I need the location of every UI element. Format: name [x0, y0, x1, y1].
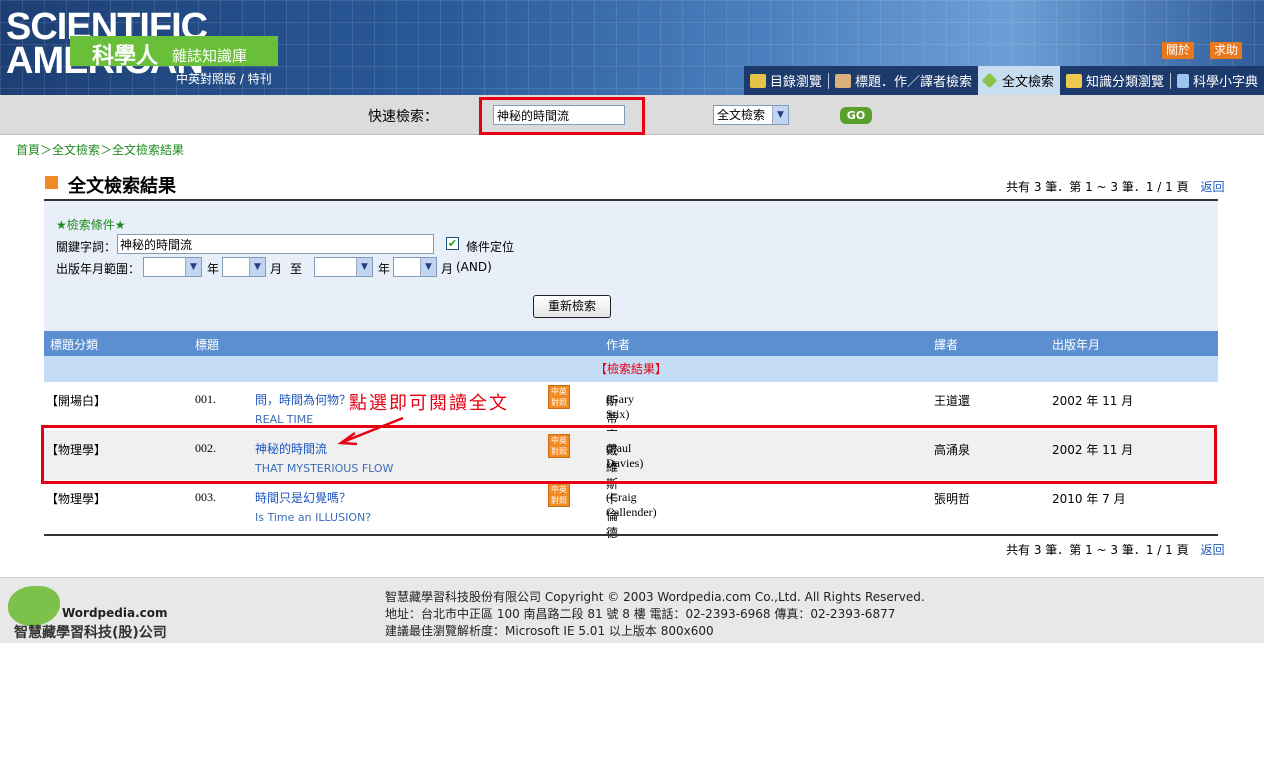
col-author: 作者 — [606, 338, 631, 352]
chevron-down-icon: ▼ — [772, 106, 788, 124]
row-translator: 王道還 — [934, 394, 971, 408]
quick-search-input[interactable] — [493, 105, 625, 125]
search-type-value: 全文檢索 — [717, 108, 766, 122]
search-criteria-panel: ★檢索條件★ 關鍵字詞： ✔ 條件定位 出版年月範圍： ▼ 年 ▼ 月 至 ▼ … — [44, 201, 1218, 331]
people-icon — [834, 73, 851, 88]
quick-search-bar: 快速檢索： 全文檢索 ▼ GO — [0, 95, 1264, 135]
back-link[interactable]: 返回 — [1200, 180, 1224, 194]
pager-top: 共有 3 筆．第 1 ~ 3 筆．1 / 1 頁 返回 — [1006, 178, 1224, 195]
pager-text: 共有 3 筆．第 1 ~ 3 筆．1 / 1 頁 — [1006, 180, 1189, 194]
year-unit: 年 — [207, 262, 220, 276]
bilingual-icon[interactable]: 中英對照 — [548, 385, 570, 409]
results-table-header: 標題分類 標題 作者 譯者 出版年月 — [44, 331, 1218, 356]
and-label: (AND) — [456, 260, 492, 274]
research-button[interactable]: 重新檢索 — [533, 295, 611, 318]
chevron-down-icon: ▼ — [356, 258, 372, 276]
pager-bottom: 共有 3 筆．第 1 ~ 3 筆．1 / 1 頁 返回 — [1006, 541, 1224, 558]
logo-chinese-title: 科學人 — [92, 44, 159, 69]
start-month-select[interactable]: ▼ — [222, 257, 266, 277]
nav-title-author-search[interactable]: 標題．作／譯者檢索 — [829, 66, 978, 95]
criteria-heading: ★檢索條件★ — [56, 218, 126, 232]
nav-label: 全文檢索 — [1001, 75, 1054, 90]
bilingual-icon[interactable]: 中英對照 — [548, 483, 570, 507]
nav-divider — [1169, 72, 1171, 89]
nav-divider — [827, 72, 829, 89]
author-en: (Craig Callender) — [606, 490, 657, 519]
main-nav: 目錄瀏覽 標題．作／譯者檢索 全文檢索 知識分類瀏覽 科學小字典 — [743, 66, 1264, 95]
copyright-text: 智慧藏學習科技股份有限公司 Copyright © 2003 Wordpedia… — [385, 590, 925, 604]
chevron-down-icon: ▼ — [185, 258, 201, 276]
row-date: 2010 年 7 月 — [1052, 492, 1126, 506]
nav-dictionary[interactable]: 科學小字典 — [1171, 66, 1264, 95]
diamond-icon — [981, 72, 998, 89]
month-unit: 月 — [441, 262, 454, 276]
address-text: 地址：台北市中正區 100 南昌路二段 81 號 8 樓 電話：02-2393-… — [385, 607, 896, 621]
table-row: 【開場白】 001. 問，時間為何物？ REAL TIME 中英對照 斯蒂克斯 … — [44, 382, 1218, 459]
nav-knowledge-browse[interactable]: 知識分類瀏覽 — [1060, 66, 1170, 95]
divider — [44, 534, 1218, 536]
about-button[interactable]: 關於 — [1162, 42, 1195, 59]
logo-edition: 中英對照版 / 特刊 — [176, 72, 272, 86]
keyword-input[interactable] — [117, 234, 434, 254]
nav-label: 知識分類瀏覽 — [1085, 75, 1164, 90]
chevron-down-icon: ▼ — [420, 258, 436, 276]
site-footer: Wordpedia.com 智慧藏學習科技(股)公司 智慧藏學習科技股份有限公司… — [0, 577, 1264, 643]
search-type-select[interactable]: 全文檢索 ▼ — [713, 105, 789, 125]
book-icon — [749, 73, 766, 88]
month-unit: 月 — [270, 262, 283, 276]
row-title-en-link[interactable]: Is Time an ILLUSION? — [255, 511, 371, 524]
row-number: 001. — [195, 392, 216, 406]
row-title-link[interactable]: 問，時間為何物？ — [255, 391, 351, 408]
nav-label: 目錄瀏覽 — [769, 75, 822, 90]
help-button[interactable]: 求助 — [1210, 42, 1243, 59]
annotation-arrow-icon — [337, 416, 404, 446]
wordpedia-logo-text: Wordpedia.com — [62, 606, 168, 620]
locate-label: 條件定位 — [466, 240, 515, 254]
quick-search-label: 快速檢索： — [368, 109, 438, 125]
to-label: 至 — [290, 262, 303, 276]
row-title-link[interactable]: 時間只是幻覺嗎？ — [255, 489, 351, 506]
wordpedia-company-name: 智慧藏學習科技(股)公司 — [14, 625, 167, 641]
end-year-select[interactable]: ▼ — [314, 257, 373, 277]
back-link[interactable]: 返回 — [1200, 543, 1224, 557]
year-unit: 年 — [378, 262, 391, 276]
title-square-icon — [45, 176, 58, 189]
nav-label: 科學小字典 — [1192, 75, 1258, 90]
row-translator: 張明哲 — [934, 492, 971, 506]
row-category: 【開場白】 — [46, 394, 107, 408]
keyword-label: 關鍵字詞： — [56, 240, 117, 254]
col-date: 出版年月 — [1052, 338, 1101, 352]
date-range-label: 出版年月範圍： — [56, 262, 141, 276]
row-category: 【物理學】 — [46, 492, 107, 506]
col-title: 標題 — [195, 338, 220, 352]
nav-label: 標題．作／譯者檢索 — [854, 75, 972, 90]
results-subheader: 【檢索結果】 — [44, 356, 1218, 382]
site-header: SCIENTIFIC AMERICAN 科學人 雜誌知識庫 中英對照版 / 特刊… — [0, 0, 1264, 95]
row-date: 2002 年 11 月 — [1052, 394, 1134, 408]
folder-icon — [1065, 73, 1082, 88]
author-en: (Gary Stix) — [606, 392, 634, 421]
nav-fulltext-search[interactable]: 全文檢索 — [977, 66, 1060, 95]
start-year-select[interactable]: ▼ — [143, 257, 202, 277]
go-button[interactable]: GO — [840, 107, 872, 124]
col-translator: 譯者 — [934, 338, 959, 352]
highlight-box-row — [41, 425, 1217, 484]
page-title: 全文檢索結果 — [68, 176, 176, 197]
locate-checkbox[interactable]: ✔ — [446, 237, 459, 250]
row-number: 003. — [195, 490, 216, 504]
pager-text: 共有 3 筆．第 1 ~ 3 筆．1 / 1 頁 — [1006, 543, 1189, 557]
breadcrumb[interactable]: 首頁＞全文檢索＞全文檢索結果 — [16, 141, 184, 158]
end-month-select[interactable]: ▼ — [393, 257, 437, 277]
nav-catalog-browse[interactable]: 目錄瀏覽 — [744, 66, 828, 95]
resolution-text: 建議最佳瀏覽解析度：Microsoft IE 5.01 以上版本 800x600 — [385, 624, 714, 638]
chevron-down-icon: ▼ — [249, 258, 265, 276]
col-category: 標題分類 — [50, 338, 99, 352]
logo-chinese-subtitle: 雜誌知識庫 — [172, 47, 248, 65]
wordpedia-logo-icon — [8, 586, 60, 626]
table-row: 【物理學】 003. 時間只是幻覺嗎？ Is Time an ILLUSION?… — [44, 480, 1218, 540]
dictionary-icon — [1176, 73, 1189, 88]
